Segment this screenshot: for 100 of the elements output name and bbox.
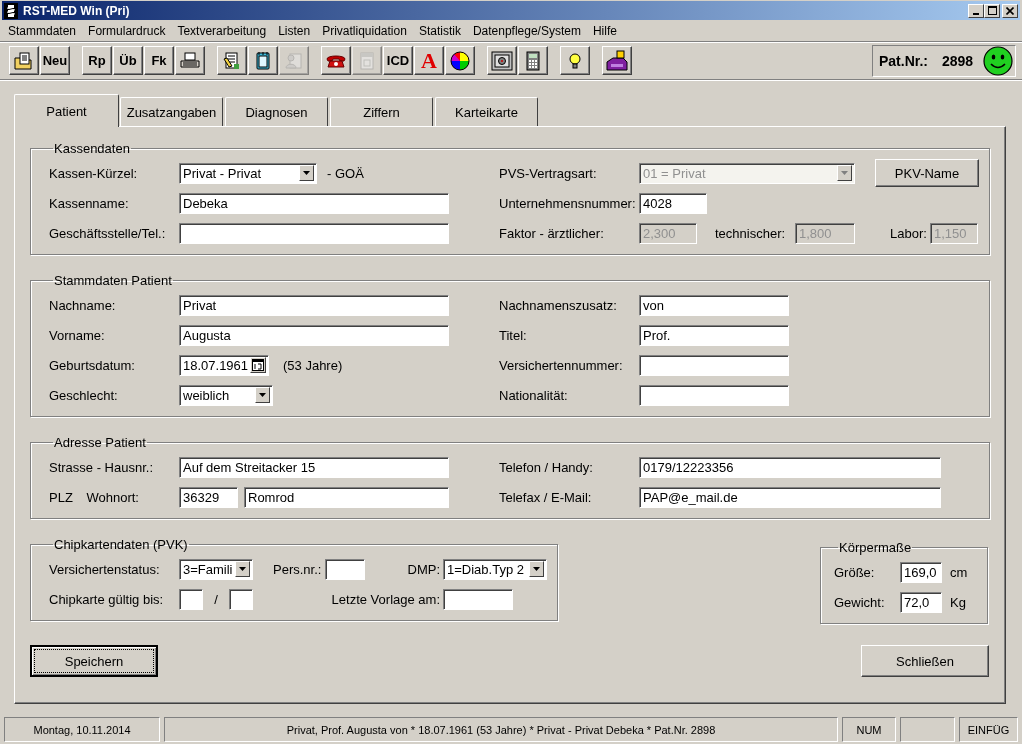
text-field[interactable] (443, 588, 513, 610)
field-label: technischer: (715, 225, 787, 241)
text-field[interactable] (179, 222, 449, 244)
menu-item[interactable]: Formulardruck (82, 24, 172, 38)
text-field[interactable]: Auf dem Streitacker 15 (179, 456, 449, 478)
minimize-button[interactable] (968, 3, 984, 18)
calendar-icon[interactable] (250, 357, 266, 373)
toolbar-button[interactable]: Neu (40, 46, 70, 75)
patient-number-label: Pat.Nr.: (879, 52, 928, 69)
field-label: Nachname: (49, 297, 117, 313)
stamp-icon[interactable] (602, 46, 632, 75)
menu-item[interactable]: Textverarbeitung (171, 24, 273, 38)
toolbar-button[interactable]: Üb (113, 46, 143, 75)
field-label: Gewicht: (834, 594, 886, 610)
text-field[interactable]: 36329 (179, 486, 238, 508)
field-label: Chipkarte gültig bis: (49, 591, 165, 607)
save-button[interactable]: Speichern (30, 645, 158, 677)
toolbar-button[interactable]: ICD (383, 46, 413, 75)
field-label: Pers.nr.: (273, 561, 323, 577)
field-label: Labor: (890, 225, 928, 241)
maximize-icon (987, 6, 997, 15)
field-label: Faktor - ärztlicher: (499, 225, 605, 241)
tab[interactable]: Diagnosen (225, 97, 328, 126)
field-label: Nationalität: (499, 387, 569, 403)
menu-item[interactable]: Privatliquidation (316, 24, 413, 38)
smiley-icon (983, 45, 1013, 76)
field-label: Versichertenstatus: (49, 561, 161, 577)
field-text: - GOÄ (327, 165, 365, 181)
text-field[interactable]: Augusta (179, 324, 449, 346)
calculator-icon[interactable] (518, 46, 548, 75)
dropdown[interactable]: weiblich (179, 384, 273, 406)
text-field[interactable] (179, 588, 203, 610)
toolbar-button[interactable]: Fk (144, 46, 174, 75)
field-label: Versichertennummer: (499, 357, 624, 373)
status-cell: Montag, 10.11.2014 (4, 717, 160, 742)
telephone-icon[interactable] (321, 46, 351, 75)
dropdown[interactable]: 3=Famili (179, 558, 253, 580)
field-label: Vorname: (49, 327, 106, 343)
tab[interactable]: Zusatzangaben (120, 97, 223, 126)
maximize-button[interactable] (984, 3, 1000, 18)
group-title: Körpermaße (838, 540, 913, 555)
safe-icon[interactable] (487, 46, 517, 75)
light-bulb-icon[interactable] (560, 46, 590, 75)
text-field[interactable]: Debeka (179, 192, 449, 214)
patient-number: 2898 (942, 52, 975, 69)
menu-item[interactable]: Listen (272, 24, 317, 38)
text-field[interactable]: Romrod (244, 486, 449, 508)
field-label: Kassen-Kürzel: (49, 165, 139, 181)
close-dialog-button[interactable]: Schließen (861, 645, 989, 677)
menu-item[interactable]: Statistik (412, 24, 467, 38)
menu-item[interactable]: Stammdaten (2, 24, 83, 38)
group-title: Adresse Patient (53, 435, 147, 450)
field-label: Geschlecht: (49, 387, 119, 403)
status-cell: Privat, Prof. Augusta von * 18.07.1961 (53 Jahre) * Privat - Privat Debeka * Pat.Nr. 2898 (164, 717, 838, 742)
text-field[interactable]: von (639, 294, 789, 316)
text-field[interactable]: Prof. (639, 324, 789, 346)
print-icon[interactable] (175, 46, 205, 75)
date-field[interactable]: 18.07.1961 (179, 354, 269, 376)
text-field[interactable]: 169,0 (900, 561, 942, 583)
tab[interactable]: Patient (14, 94, 119, 127)
status-cell (900, 717, 955, 742)
document-edit-icon[interactable] (217, 46, 247, 75)
group-title: Stammdaten Patient (53, 273, 173, 288)
menu-item[interactable]: Hilfe (586, 24, 623, 38)
close-button[interactable] (1002, 3, 1018, 18)
field-label: Telefax / E-Mail: (499, 489, 593, 505)
field-text: cm (950, 564, 969, 580)
text-field[interactable]: 72,0 (900, 591, 942, 613)
color-wheel-icon[interactable] (445, 46, 475, 75)
text-field[interactable] (639, 384, 789, 406)
text-field[interactable]: Privat (179, 294, 449, 316)
field-label: DMP: (406, 561, 441, 577)
text-field[interactable] (325, 558, 365, 580)
toolbar-button[interactable]: Rp (82, 46, 112, 75)
tab[interactable]: Karteikarte (435, 97, 538, 126)
group-title: Kassendaten (53, 141, 131, 156)
field-text: / (213, 591, 219, 607)
menu-item[interactable]: Datenpflege/System (466, 24, 587, 38)
field-label: Letzte Vorlage am: (330, 591, 441, 607)
field-label: PLZ Wohnort: (49, 489, 140, 505)
field-label: Unternehmensnummer: (499, 195, 637, 211)
field-label: Kassenname: (49, 195, 130, 211)
field-label: Geburtsdatum: (49, 357, 136, 373)
text-field[interactable]: 0179/12223356 (639, 456, 941, 478)
field-label: Titel: (499, 327, 528, 343)
field-text: (53 Jahre) (283, 357, 344, 373)
field-label: Geschäftsstelle/Tel.: (49, 225, 167, 241)
tab[interactable]: Ziffern (330, 97, 433, 126)
pkv-name-button[interactable]: PKV-Name (875, 159, 979, 187)
text-field[interactable] (639, 354, 789, 376)
field-label: Telefon / Handy: (499, 459, 594, 475)
field-label: Strasse - Hausnr.: (49, 459, 155, 475)
text-field[interactable]: 4028 (639, 192, 707, 214)
open-file-icon[interactable] (9, 46, 39, 75)
text-field[interactable] (229, 588, 253, 610)
dropdown[interactable]: 1=Diab.Typ 2 (443, 558, 547, 580)
text-field[interactable]: PAP@e_mail.de (639, 486, 941, 508)
minimize-icon (972, 12, 979, 15)
notepad-icon[interactable] (248, 46, 278, 75)
dropdown[interactable]: Privat - Privat (179, 162, 317, 184)
